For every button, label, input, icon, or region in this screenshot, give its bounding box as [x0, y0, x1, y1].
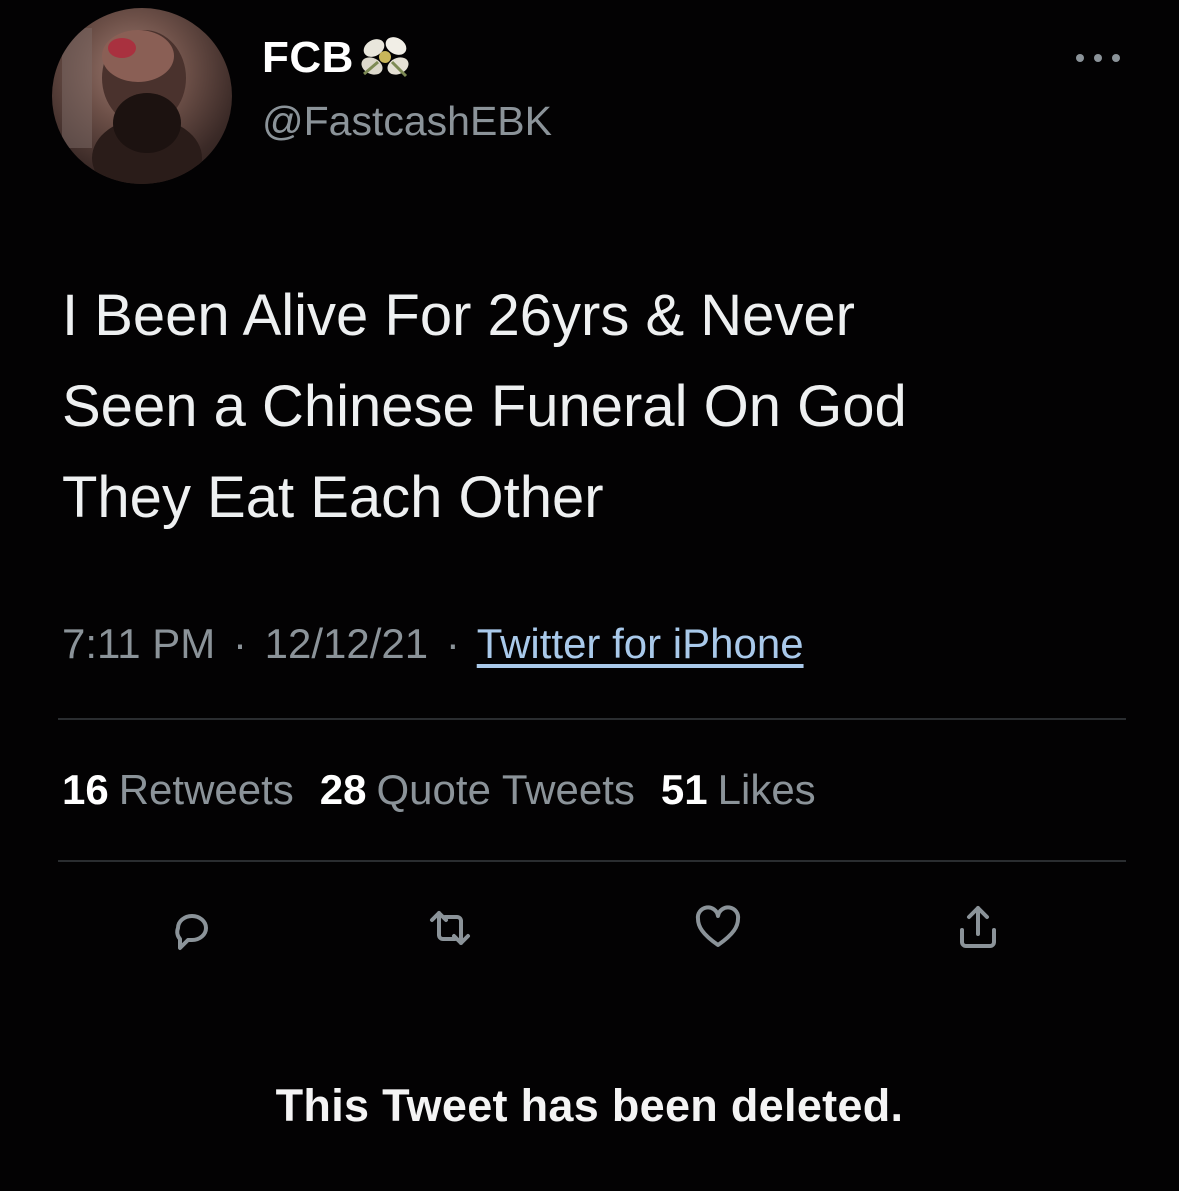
engagement-stats: 16 Retweets 28 Quote Tweets 51 Likes	[62, 766, 816, 814]
quote-tweets-label: Quote Tweets	[376, 766, 635, 813]
share-icon[interactable]	[948, 898, 1008, 958]
retweets-stat[interactable]: 16 Retweets	[62, 766, 294, 814]
tweet-text: I Been Alive For 26yrs & Never Seen a Ch…	[62, 283, 907, 530]
source-link[interactable]: Twitter for iPhone	[477, 620, 804, 667]
separator: ·	[232, 620, 247, 667]
tweet-date: 12/12/21	[264, 620, 429, 667]
likes-label: Likes	[717, 766, 816, 813]
divider	[58, 860, 1126, 862]
divider	[58, 718, 1126, 720]
quote-tweets-count: 28	[319, 766, 367, 813]
retweets-count: 16	[62, 766, 109, 813]
likes-stat[interactable]: 51 Likes	[661, 766, 816, 814]
quote-tweets-stat[interactable]: 28 Quote Tweets	[320, 766, 635, 814]
user-handle[interactable]: @FastcashEBK	[262, 98, 552, 145]
deleted-notice: This Tweet has been deleted.	[275, 1080, 904, 1131]
like-icon[interactable]	[688, 898, 748, 958]
reply-icon[interactable]	[162, 898, 222, 958]
display-name-row: FCB	[262, 30, 414, 86]
tweet-time: 7:11 PM	[62, 620, 216, 667]
retweet-icon[interactable]	[420, 898, 480, 958]
flower-emoji-icon	[361, 37, 409, 78]
tweet-card: FCB @FastcashEBK I Been Alive For 26yrs …	[0, 0, 1179, 1191]
display-name[interactable]: FCB	[262, 33, 354, 83]
tweet-metadata: 7:11 PM · 12/12/21 · Twitter for iPhone	[62, 620, 804, 668]
more-options-icon[interactable]	[1070, 46, 1126, 70]
retweets-label: Retweets	[118, 766, 294, 813]
likes-count: 51	[660, 766, 708, 813]
avatar[interactable]	[52, 8, 232, 184]
separator: ·	[445, 620, 460, 667]
